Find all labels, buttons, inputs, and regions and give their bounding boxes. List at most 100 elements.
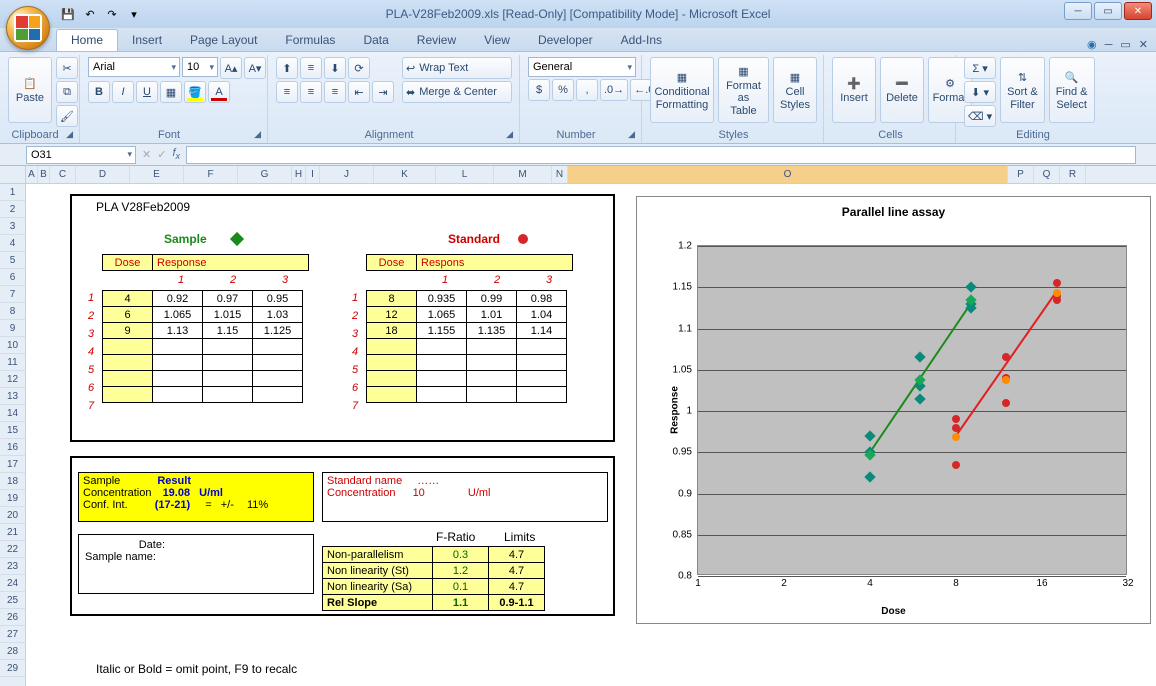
underline-button[interactable]: U	[136, 81, 158, 103]
increase-indent-button[interactable]: ⇥	[372, 81, 394, 103]
col-header-C[interactable]: C	[50, 166, 76, 183]
row-header-12[interactable]: 12	[0, 371, 25, 388]
col-header-Q[interactable]: Q	[1034, 166, 1060, 183]
row-header-4[interactable]: 4	[0, 235, 25, 252]
row-header-27[interactable]: 27	[0, 626, 25, 643]
row-header-7[interactable]: 7	[0, 286, 25, 303]
row-header-11[interactable]: 11	[0, 354, 25, 371]
italic-button[interactable]: I	[112, 81, 134, 103]
col-header-O[interactable]: O	[568, 166, 1008, 183]
cut-button[interactable]: ✂	[56, 57, 78, 79]
tab-review[interactable]: Review	[403, 30, 470, 51]
row-header-10[interactable]: 10	[0, 337, 25, 354]
row-headers[interactable]: 1234567891011121314151617181920212223242…	[0, 184, 26, 686]
delete-cells-button[interactable]: ➖Delete	[880, 57, 924, 123]
tab-insert[interactable]: Insert	[118, 30, 176, 51]
align-left-button[interactable]: ≡	[276, 81, 298, 103]
tab-home[interactable]: Home	[56, 29, 118, 51]
font-launcher-icon[interactable]: ◢	[254, 129, 261, 140]
col-header-D[interactable]: D	[76, 166, 130, 183]
chart[interactable]: Parallel line assay Response Dose 0.80.8…	[636, 196, 1151, 624]
cell-styles-button[interactable]: ▦Cell Styles	[773, 57, 817, 123]
close-button[interactable]: ✕	[1124, 2, 1152, 20]
name-box[interactable]: O31	[26, 146, 136, 164]
alignment-launcher-icon[interactable]: ◢	[506, 129, 513, 140]
col-header-K[interactable]: K	[374, 166, 436, 183]
row-header-2[interactable]: 2	[0, 201, 25, 218]
bold-button[interactable]: B	[88, 81, 110, 103]
row-header-21[interactable]: 21	[0, 524, 25, 541]
row-header-9[interactable]: 9	[0, 320, 25, 337]
font-name-combo[interactable]: Arial	[88, 57, 180, 77]
increase-decimal-button[interactable]: .0→	[600, 79, 628, 101]
qat-redo-icon[interactable]: ↷	[102, 4, 122, 24]
col-header-J[interactable]: J	[320, 166, 374, 183]
row-header-28[interactable]: 28	[0, 643, 25, 660]
row-header-5[interactable]: 5	[0, 252, 25, 269]
row-header-3[interactable]: 3	[0, 218, 25, 235]
col-header-G[interactable]: G	[238, 166, 292, 183]
align-right-button[interactable]: ≡	[324, 81, 346, 103]
autosum-button[interactable]: Σ ▾	[964, 57, 996, 79]
fx-icon[interactable]: fx	[172, 147, 180, 161]
row-header-20[interactable]: 20	[0, 507, 25, 524]
align-bottom-button[interactable]: ⬇	[324, 57, 346, 79]
cancel-formula-icon[interactable]: ✕	[142, 148, 151, 161]
doc-close-icon[interactable]: ✕	[1139, 38, 1148, 51]
maximize-button[interactable]: ▭	[1094, 2, 1122, 20]
row-header-25[interactable]: 25	[0, 592, 25, 609]
col-header-A[interactable]: A	[26, 166, 38, 183]
grow-font-button[interactable]: A▴	[220, 57, 242, 79]
tab-data[interactable]: Data	[349, 30, 402, 51]
tab-addins[interactable]: Add-Ins	[607, 30, 676, 51]
row-header-1[interactable]: 1	[0, 184, 25, 201]
enter-formula-icon[interactable]: ✓	[157, 148, 166, 161]
number-format-combo[interactable]: General	[528, 57, 636, 77]
align-center-button[interactable]: ≡	[300, 81, 322, 103]
conditional-formatting-button[interactable]: ▦Conditional Formatting	[650, 57, 714, 123]
fill-color-button[interactable]: 🪣	[184, 81, 206, 103]
row-header-13[interactable]: 13	[0, 388, 25, 405]
row-header-26[interactable]: 26	[0, 609, 25, 626]
select-all-corner[interactable]	[0, 166, 26, 184]
clipboard-launcher-icon[interactable]: ◢	[66, 129, 73, 140]
font-color-button[interactable]: A	[208, 81, 230, 103]
row-header-29[interactable]: 29	[0, 660, 25, 677]
row-header-15[interactable]: 15	[0, 422, 25, 439]
comma-button[interactable]: ,	[576, 79, 598, 101]
fill-button[interactable]: ⬇ ▾	[964, 81, 996, 103]
number-launcher-icon[interactable]: ◢	[628, 129, 635, 140]
column-headers[interactable]: ABCDEFGHIJKLMNOPQR	[26, 166, 1156, 184]
row-header-8[interactable]: 8	[0, 303, 25, 320]
font-size-combo[interactable]: 10	[182, 57, 218, 77]
doc-minimize-icon[interactable]: ─	[1105, 39, 1113, 51]
insert-cells-button[interactable]: ➕Insert	[832, 57, 876, 123]
merge-center-button[interactable]: ⬌Merge & Center	[402, 81, 512, 103]
row-header-24[interactable]: 24	[0, 575, 25, 592]
tab-formulas[interactable]: Formulas	[271, 30, 349, 51]
decrease-indent-button[interactable]: ⇤	[348, 81, 370, 103]
align-top-button[interactable]: ⬆	[276, 57, 298, 79]
col-header-L[interactable]: L	[436, 166, 494, 183]
clear-button[interactable]: ⌫ ▾	[964, 105, 996, 127]
qat-more-icon[interactable]: ▾	[124, 4, 144, 24]
col-header-R[interactable]: R	[1060, 166, 1086, 183]
align-middle-button[interactable]: ≡	[300, 57, 322, 79]
tab-page-layout[interactable]: Page Layout	[176, 30, 271, 51]
shrink-font-button[interactable]: A▾	[244, 57, 266, 79]
minimize-button[interactable]: ─	[1064, 2, 1092, 20]
help-icon[interactable]: ◉	[1087, 38, 1097, 51]
row-header-23[interactable]: 23	[0, 558, 25, 575]
row-header-16[interactable]: 16	[0, 439, 25, 456]
qat-undo-icon[interactable]: ↶	[80, 4, 100, 24]
row-header-6[interactable]: 6	[0, 269, 25, 286]
col-header-E[interactable]: E	[130, 166, 184, 183]
worksheet[interactable]: ABCDEFGHIJKLMNOPQR 123456789101112131415…	[0, 166, 1156, 686]
border-button[interactable]: ▦	[160, 81, 182, 103]
orientation-button[interactable]: ⟳	[348, 57, 370, 79]
wrap-text-button[interactable]: ↩Wrap Text	[402, 57, 512, 79]
qat-save-icon[interactable]: 💾	[58, 4, 78, 24]
col-header-N[interactable]: N	[552, 166, 568, 183]
find-select-button[interactable]: 🔍Find & Select	[1049, 57, 1095, 123]
row-header-17[interactable]: 17	[0, 456, 25, 473]
